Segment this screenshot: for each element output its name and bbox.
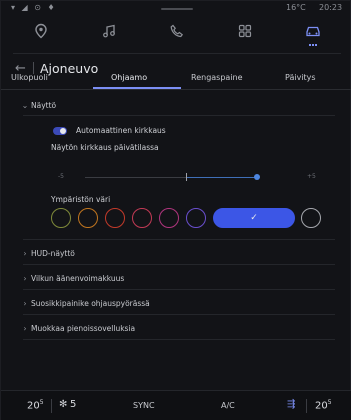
- clock: 20:23: [319, 3, 343, 12]
- section-hud-naytto[interactable]: › HUD-näyttö: [23, 246, 331, 260]
- ambient-color-label: Ympäristön väri: [51, 195, 111, 204]
- chevron-right-icon: ›: [23, 323, 27, 333]
- ambient-color-swatch[interactable]: [159, 208, 179, 228]
- brightness-label: Näytön kirkkaus päivätilassa: [51, 143, 159, 152]
- ambient-color-swatch[interactable]: [105, 208, 125, 228]
- tab-bar: Ulkopuoli Ohjaamo Rengaspaine Päivitys: [1, 71, 351, 90]
- section-naytto[interactable]: ⌄ Näyttö: [22, 98, 331, 112]
- seat-airflow-icon[interactable]: ⇶: [287, 399, 295, 410]
- brightness-max-label: +5: [307, 173, 316, 180]
- active-tab-indicator: [93, 87, 181, 89]
- divider: [23, 314, 335, 315]
- auto-brightness-toggle[interactable]: [53, 127, 67, 135]
- tab-ulkopuoli[interactable]: Ulkopuoli: [11, 73, 48, 82]
- passenger-temperature[interactable]: 205: [315, 399, 332, 411]
- section-suosikkipainike[interactable]: › Suosikkipainike ohjauspyörässä: [23, 296, 331, 310]
- driver-temperature[interactable]: 205: [27, 399, 44, 411]
- brightness-slider-fill: [187, 177, 256, 178]
- fan-level-value: 5: [69, 399, 77, 410]
- sync-button[interactable]: SYNC: [133, 401, 155, 410]
- tab-paivitys[interactable]: Päivitys: [285, 73, 316, 82]
- section-label: Muokkaa pienoissovelluksia: [31, 323, 136, 333]
- brightness-slider-thumb[interactable]: [254, 174, 260, 180]
- driver-temp-value: 20: [27, 400, 40, 412]
- vehicle-settings-screen: ▾ ◢ ⊙ ♦ 16°C 20:23 ← Ajoneuvo Ulkopuoli …: [0, 0, 351, 420]
- passenger-temp-decimal: 5: [327, 399, 332, 406]
- ac-button[interactable]: A/C: [221, 401, 235, 410]
- tab-ohjaamo[interactable]: Ohjaamo: [111, 73, 147, 82]
- status-icons: ▾ ◢ ⊙ ♦: [11, 3, 57, 12]
- ambient-color-swatch[interactable]: [186, 208, 206, 228]
- auto-brightness-label: Automaattinen kirkkaus: [76, 126, 166, 135]
- section-label: Suosikkipainike ohjauspyörässä: [31, 298, 150, 308]
- apps-grid-icon[interactable]: [217, 20, 273, 42]
- section-muokkaa-pienoissovelluksia[interactable]: › Muokkaa pienoissovelluksia: [23, 321, 331, 335]
- divider: [23, 115, 335, 116]
- location-pin-icon[interactable]: [13, 20, 69, 42]
- passenger-temp-value: 20: [315, 400, 328, 412]
- chevron-right-icon: ›: [23, 273, 27, 283]
- ambient-color-swatch[interactable]: [51, 208, 71, 228]
- brightness-zero-mark: [186, 173, 187, 181]
- ambient-color-swatch[interactable]: [301, 208, 321, 228]
- music-note-icon[interactable]: [81, 20, 137, 42]
- fan-icon: ✻: [59, 399, 68, 410]
- ambient-color-swatch[interactable]: [132, 208, 152, 228]
- climate-divider: [306, 399, 307, 413]
- outside-temperature: 16°C: [286, 3, 306, 12]
- chevron-right-icon: ›: [23, 248, 27, 258]
- climate-divider: [51, 399, 52, 413]
- climate-bar: 205 ✻ 5 SYNC A/C ⇶ 205: [1, 390, 351, 420]
- section-label: Vilkun äänenvoimakkuus: [31, 273, 125, 283]
- chevron-down-icon: ⌄: [21, 100, 29, 110]
- fan-speed-control[interactable]: ✻ 5: [59, 399, 76, 410]
- status-bar: ▾ ◢ ⊙ ♦ 16°C 20:23: [1, 1, 351, 15]
- brightness-min-label: -5: [58, 173, 64, 180]
- top-navigation: [13, 18, 341, 54]
- divider: [23, 264, 335, 265]
- ambient-color-swatch[interactable]: [78, 208, 98, 228]
- divider: [23, 239, 335, 240]
- checkmark-icon: ✓: [250, 213, 258, 223]
- section-naytto-label: Näyttö: [31, 100, 57, 110]
- section-label: HUD-näyttö: [31, 248, 75, 258]
- chevron-right-icon: ›: [23, 298, 27, 308]
- divider: [23, 339, 335, 340]
- section-vilkun-aanenvoimakkuus[interactable]: › Vilkun äänenvoimakkuus: [23, 271, 331, 285]
- tab-rengaspaine[interactable]: Rengaspaine: [191, 73, 243, 82]
- pull-down-handle[interactable]: [161, 8, 193, 10]
- phone-icon[interactable]: [149, 20, 205, 42]
- divider: [23, 289, 335, 290]
- driver-temp-decimal: 5: [39, 399, 44, 406]
- car-icon[interactable]: [285, 20, 341, 46]
- ambient-color-swatch-selected[interactable]: ✓: [213, 208, 295, 228]
